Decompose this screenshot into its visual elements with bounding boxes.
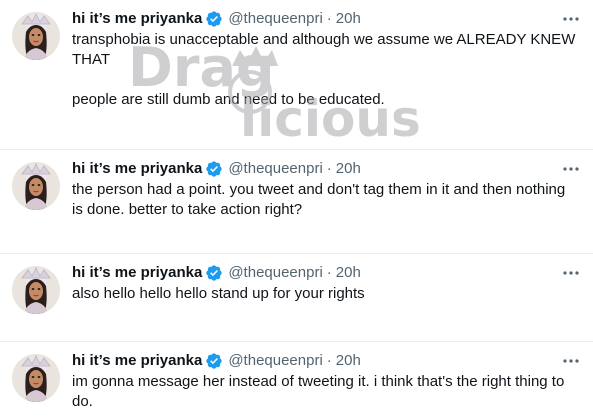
verified-badge-icon — [205, 160, 223, 178]
tweet-header: hi it’s me priyanka @thequeenpri · 20h — [72, 263, 581, 283]
avatar[interactable] — [12, 354, 60, 402]
tweet-text: im gonna message her instead of tweeting… — [72, 372, 577, 412]
display-name[interactable]: hi it’s me priyanka — [72, 159, 202, 179]
tweet[interactable]: hi it’s me priyanka @thequeenpri · 20h a… — [0, 254, 593, 342]
separator: · — [326, 352, 332, 369]
tweet[interactable]: hi it’s me priyanka @thequeenpri · 20h t… — [0, 0, 593, 150]
more-options-icon[interactable] — [561, 159, 581, 179]
display-name[interactable]: hi it’s me priyanka — [72, 9, 202, 29]
tweet-text-line: also hello hello hello stand up for your… — [72, 285, 365, 302]
user-handle[interactable]: @thequeenpri — [228, 9, 322, 29]
user-handle[interactable]: @thequeenpri — [228, 159, 322, 179]
tweet-text: the person had a point. you tweet and do… — [72, 180, 577, 220]
separator: · — [326, 160, 332, 177]
avatar[interactable] — [12, 266, 60, 314]
tweet-text-line: transphobia is unacceptable and although… — [72, 31, 576, 68]
user-handle[interactable]: @thequeenpri — [228, 263, 322, 283]
verified-badge-icon — [205, 10, 223, 28]
verified-badge-icon — [205, 352, 223, 370]
tweet-header: hi it’s me priyanka @thequeenpri · 20h — [72, 159, 581, 179]
tweet-text: transphobia is unacceptable and although… — [72, 30, 577, 110]
tweet-text: also hello hello hello stand up for your… — [72, 284, 577, 304]
more-options-icon[interactable] — [561, 9, 581, 29]
timestamp[interactable]: 20h — [336, 351, 361, 371]
tweet-text-line: people are still dumb and need to be edu… — [72, 91, 385, 108]
separator: · — [326, 264, 332, 281]
tweet-header: hi it’s me priyanka @thequeenpri · 20h — [72, 9, 581, 29]
timestamp[interactable]: 20h — [336, 159, 361, 179]
avatar[interactable] — [12, 12, 60, 60]
avatar[interactable] — [12, 162, 60, 210]
tweet-text-line: the person had a point. you tweet and do… — [72, 181, 566, 218]
tweet-timeline: hi it’s me priyanka @thequeenpri · 20h t… — [0, 0, 593, 418]
tweet[interactable]: hi it’s me priyanka @thequeenpri · 20h i… — [0, 342, 593, 418]
display-name[interactable]: hi it’s me priyanka — [72, 351, 202, 371]
more-options-icon[interactable] — [561, 263, 581, 283]
display-name[interactable]: hi it’s me priyanka — [72, 263, 202, 283]
timestamp[interactable]: 20h — [336, 9, 361, 29]
verified-badge-icon — [205, 264, 223, 282]
user-handle[interactable]: @thequeenpri — [228, 351, 322, 371]
tweet-header: hi it’s me priyanka @thequeenpri · 20h — [72, 351, 581, 371]
separator: · — [326, 10, 332, 27]
tweet-text-line: im gonna message her instead of tweeting… — [72, 373, 565, 410]
timestamp[interactable]: 20h — [336, 263, 361, 283]
more-options-icon[interactable] — [561, 351, 581, 371]
tweet[interactable]: hi it’s me priyanka @thequeenpri · 20h t… — [0, 150, 593, 254]
